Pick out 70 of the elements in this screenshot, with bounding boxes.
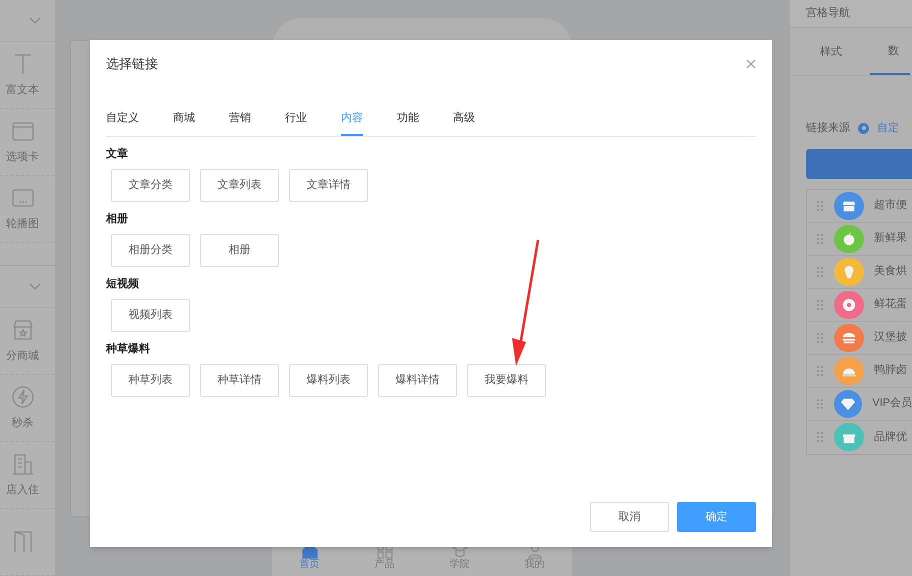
nav-item-label: 鲜花蛋 xyxy=(874,297,907,312)
section-title: 短视频 xyxy=(106,276,140,292)
component-label[interactable]: 店入住 xyxy=(6,482,39,498)
nav-item-row[interactable]: VIP会员 xyxy=(807,388,912,420)
panel-tab[interactable]: 数 xyxy=(870,29,910,75)
drag-handle-icon[interactable] xyxy=(817,432,823,442)
drag-handle-icon[interactable] xyxy=(817,398,823,408)
drag-handle-icon[interactable] xyxy=(817,266,823,276)
nav-item-row[interactable]: 美食烘 xyxy=(807,256,912,288)
component-label[interactable]: 分商城 xyxy=(6,348,39,364)
dialog-tab[interactable]: 行业 xyxy=(285,110,307,136)
dialog-tab[interactable]: 商城 xyxy=(173,110,195,136)
link-option-button[interactable]: 种草列表 xyxy=(111,364,190,397)
component-label[interactable]: 选项卡 xyxy=(6,148,39,166)
field-label: 链接来源 xyxy=(806,120,850,136)
cancel-button[interactable]: 取消 xyxy=(590,502,669,532)
radio-label[interactable]: 自定 xyxy=(877,120,899,136)
nav-item-label: 美食烘 xyxy=(874,264,907,280)
dialog-tab[interactable]: 高级 xyxy=(453,110,475,136)
confirm-button[interactable]: 确定 xyxy=(677,502,756,532)
drag-handle-icon[interactable] xyxy=(817,200,823,210)
nav-item-label: VIP会员 xyxy=(872,396,912,412)
drag-handle-icon[interactable] xyxy=(817,366,823,376)
nav-item-row[interactable]: 鲜花蛋 xyxy=(807,288,912,322)
component-label[interactable]: 秒杀 xyxy=(12,414,34,432)
tab-bar-item[interactable]: 首页 xyxy=(300,543,320,571)
dialog-tab[interactable]: 内容 xyxy=(341,110,363,136)
drag-handle-icon[interactable] xyxy=(817,234,823,244)
link-option-button[interactable]: 文章分类 xyxy=(111,169,190,202)
link-option-button[interactable]: 相册 xyxy=(200,234,279,267)
component-label[interactable]: 轮播图 xyxy=(6,216,39,232)
panel-tab[interactable]: 样式 xyxy=(792,29,870,75)
link-option-button[interactable]: 文章详情 xyxy=(289,169,368,202)
link-option-button[interactable]: 爆料列表 xyxy=(289,364,368,397)
radio-button[interactable] xyxy=(858,122,869,134)
tab-bar-item[interactable]: 我的 xyxy=(524,543,544,571)
link-option-button[interactable]: 爆料详情 xyxy=(378,364,457,397)
drag-handle-icon[interactable] xyxy=(817,300,823,310)
nav-item-row[interactable]: 鸭脖卤 xyxy=(807,354,912,388)
link-option-button[interactable]: 我要爆料 xyxy=(467,364,546,397)
chevron-down-icon[interactable] xyxy=(29,282,41,290)
building-icon xyxy=(10,452,34,476)
dialog-tab[interactable]: 自定义 xyxy=(106,110,139,136)
dialog-title: 选择链接 xyxy=(106,55,158,74)
nav-item-label: 鸭脖卤 xyxy=(874,363,907,378)
link-option-button[interactable]: 视频列表 xyxy=(111,299,190,332)
section-title: 相册 xyxy=(106,212,129,227)
tab-bar-item[interactable]: 学院 xyxy=(450,543,470,571)
store-icon xyxy=(10,318,34,342)
nav-item-row[interactable]: 品牌优 xyxy=(807,420,912,454)
nav-item-label: 新鲜果 xyxy=(874,230,907,246)
drag-handle-icon[interactable] xyxy=(817,332,823,342)
dialog-tab[interactable]: 营销 xyxy=(229,110,251,136)
lightning-icon xyxy=(10,384,34,409)
nav-item-label: 品牌优 xyxy=(874,430,907,445)
add-button[interactable] xyxy=(806,148,912,178)
link-option-button[interactable]: 文章列表 xyxy=(200,169,279,202)
link-option-button[interactable]: 相册分类 xyxy=(111,234,190,267)
nav-item-row[interactable]: 超市便 xyxy=(807,190,912,222)
link-option-button[interactable]: 种草详情 xyxy=(200,364,279,397)
component-label[interactable]: 富文本 xyxy=(6,82,39,98)
dialog-tab[interactable]: 功能 xyxy=(397,110,419,136)
close-icon[interactable] xyxy=(746,59,756,69)
chevron-down-icon[interactable] xyxy=(29,16,41,24)
nav-item-row[interactable]: 新鲜果 xyxy=(807,222,912,256)
nav-item-label: 超市便 xyxy=(874,198,907,214)
nav-item-label: 汉堡披 xyxy=(874,330,907,346)
nav-item-row[interactable]: 汉堡披 xyxy=(807,322,912,354)
section-title: 文章 xyxy=(106,146,129,162)
section-title: 种草爆料 xyxy=(106,342,151,357)
